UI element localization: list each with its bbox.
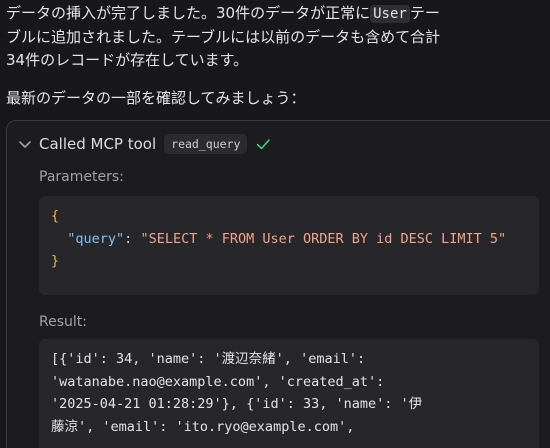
message-line-1: データの挿入が完了しました。30件のデータが正常に User テー [6,2,440,26]
result-line: '2025-04-21 01:28:29'}, {'id': 33, 'name… [51,396,423,412]
message-text: テー [409,4,440,22]
message-line-4: 最新のデータの一部を確認してみましょう： [6,89,306,107]
result-line: 藤涼', 'email': 'ito.ryo@example.com', [51,418,355,435]
checkmark-icon [257,139,271,150]
json-query-line: "query": "SELECT * FROM User ORDER BY id… [67,230,507,247]
tool-call-card: Called MCP tool read_query Parameters: {… [6,120,550,448]
message-line-3: 34件のレコードが存在しています。 [6,51,249,69]
json-key: "query" [67,230,125,247]
result-code-block[interactable]: [{'id': 34, 'name': '渡辺奈緒', 'email': 'wat… [39,339,539,448]
result-line: [{'id': 34, 'name': '渡辺奈緒', 'email': [51,351,366,367]
parameters-label: Parameters: [39,169,124,185]
json-value: "SELECT * FROM User ORDER BY id DESC LIM… [140,230,507,247]
parameters-code-block[interactable]: { "query": "SELECT * FROM User ORDER BY … [39,196,539,295]
message-text: データの挿入が完了しました。30件のデータが正常に [6,4,371,22]
tool-name-badge: read_query [164,134,248,154]
result-line: 'watanabe.nao@example.com', 'created_at'… [51,373,385,390]
tool-call-title: Called MCP tool [39,135,157,153]
result-label: Result: [39,314,87,330]
assistant-message: データの挿入が完了しました。30件のデータが正常に User テー ブルに追加されま… [6,2,440,72]
json-open-brace: { [51,208,60,224]
chat-panel: データの挿入が完了しました。30件のデータが正常に User テー ブルに追加されま… [0,0,550,448]
tool-call-header[interactable]: Called MCP tool read_query [17,133,271,155]
json-close-brace: } [51,253,60,269]
chevron-down-icon[interactable] [17,136,33,152]
inline-code-user: User [370,5,410,23]
message-line-2: ブルに追加されました。テーブルには以前のデータも含めて合計 [6,28,441,46]
